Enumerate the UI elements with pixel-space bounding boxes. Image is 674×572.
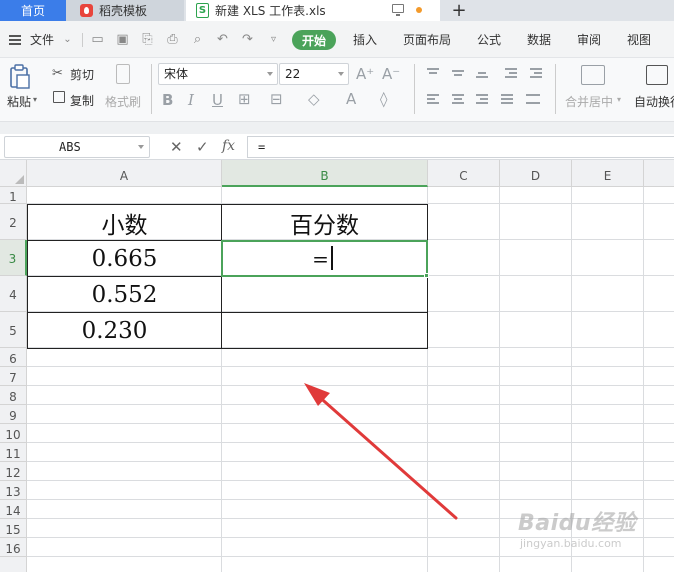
menu-tab-view[interactable]: 视图 xyxy=(627,31,651,48)
toolbar-gap xyxy=(0,122,674,134)
copy-icon[interactable] xyxy=(53,91,65,103)
tab-home-label: 首页 xyxy=(20,4,45,18)
plus-icon: + xyxy=(451,0,467,21)
merge-center-button[interactable]: 合并居中 xyxy=(565,93,613,110)
tab-current-workbook[interactable]: S 新建 XLS 工作表.xls xyxy=(186,0,440,21)
spreadsheet-file-icon: S xyxy=(196,3,209,18)
baidu-watermark: Baidu经验 jingyan.baidu.com xyxy=(518,505,636,550)
menu-tab-review[interactable]: 审阅 xyxy=(577,31,601,48)
print-icon[interactable]: ⎙ xyxy=(165,32,180,47)
copy-button[interactable]: 复制 xyxy=(70,92,94,109)
chevron-down-icon xyxy=(338,72,344,76)
menu-tab-page-layout[interactable]: 页面布局 xyxy=(403,31,451,48)
quick-access-dropdown-icon[interactable]: ▿ xyxy=(266,32,281,47)
font-size-value: 22 xyxy=(285,67,301,81)
fill-color-icon[interactable]: ◇ xyxy=(308,91,320,107)
watermark-sub: jingyan.baidu.com xyxy=(520,537,622,550)
export-icon[interactable]: ⎘ xyxy=(140,32,155,47)
paste-button[interactable] xyxy=(8,64,36,90)
font-size-select[interactable]: 22 xyxy=(279,63,349,85)
italic-icon[interactable]: I xyxy=(188,92,194,108)
menu-tab-insert[interactable]: 插入 xyxy=(353,31,377,48)
menu-tab-data[interactable]: 数据 xyxy=(527,31,551,48)
underline-icon[interactable]: U xyxy=(212,92,223,108)
menu-tab-start-label: 开始 xyxy=(301,33,326,48)
title-tab-bar: 首页 稻壳模板 S 新建 XLS 工作表.xls + xyxy=(0,0,674,21)
chevron-down-icon[interactable]: ⌄ xyxy=(60,32,75,47)
watermark-main: Baidu经验 xyxy=(518,511,637,536)
merge-center-dropdown-icon[interactable]: ▾ xyxy=(617,95,621,104)
unsaved-dot-icon xyxy=(416,7,422,13)
ribbon-separator xyxy=(555,64,556,114)
chevron-down-icon xyxy=(138,145,144,149)
cancel-x-icon[interactable]: ✕ xyxy=(170,138,183,156)
paste-label[interactable]: 粘贴 xyxy=(7,93,31,110)
tab-home[interactable]: 首页 xyxy=(0,0,66,21)
new-tab-button[interactable]: + xyxy=(444,0,474,21)
chevron-down-icon xyxy=(267,72,273,76)
menu-file[interactable]: 文件 xyxy=(30,31,54,48)
undo-icon[interactable]: ↶ xyxy=(215,32,230,47)
formula-bar: ABS ✕ ✓ fx = xyxy=(0,134,674,160)
confirm-check-icon[interactable]: ✓ xyxy=(196,138,209,156)
menu-bar: 文件 ⌄ ▭ ▣ ⎘ ⎙ ⌕ ↶ ↷ ▿ 开始 插入 页面布局 公式 数据 审阅… xyxy=(0,21,674,58)
redo-icon[interactable]: ↷ xyxy=(240,32,255,47)
name-box-value: ABS xyxy=(59,140,81,154)
cut-button[interactable]: 剪切 xyxy=(70,66,94,83)
menu-tab-formulas[interactable]: 公式 xyxy=(477,31,501,48)
format-painter-icon[interactable] xyxy=(116,64,130,84)
decrease-font-icon[interactable]: A⁻ xyxy=(382,66,400,82)
font-name-select[interactable]: 宋体 xyxy=(158,63,278,85)
menu-tab-start[interactable]: 开始 xyxy=(292,30,336,50)
tab-docer-templates[interactable]: 稻壳模板 xyxy=(66,0,184,21)
border-icon[interactable]: ⊞ xyxy=(238,91,251,107)
ribbon-separator xyxy=(151,64,152,114)
save-icon[interactable]: ▣ xyxy=(115,32,130,47)
auto-wrap-button[interactable]: 自动换行 xyxy=(634,93,674,110)
tab-file-label: 新建 XLS 工作表.xls xyxy=(215,4,326,18)
font-name-value: 宋体 xyxy=(164,67,189,81)
scissors-icon[interactable]: ✂ xyxy=(52,66,63,81)
screen-icon[interactable] xyxy=(392,4,404,16)
paste-dropdown-icon[interactable]: ▾ xyxy=(33,95,37,104)
clear-format-icon[interactable]: ◊ xyxy=(380,91,387,107)
hamburger-menu-icon[interactable] xyxy=(9,35,21,45)
docer-logo-icon xyxy=(80,4,93,17)
font-color-icon[interactable]: A xyxy=(346,91,356,107)
ribbon-separator xyxy=(414,64,415,114)
ribbon-toolbar: 粘贴 ▾ ✂ 剪切 复制 格式刷 宋体 22 A⁺ A⁻ B I U ⊞ ⊟ ◇… xyxy=(0,58,674,122)
bold-icon[interactable]: B xyxy=(162,92,173,108)
formula-input[interactable]: = xyxy=(247,136,674,158)
paste-icon xyxy=(10,64,30,89)
merge-center-icon[interactable] xyxy=(581,65,605,85)
insert-function-icon[interactable]: fx xyxy=(222,138,235,154)
tab-docer-label: 稻壳模板 xyxy=(99,4,148,18)
name-box[interactable]: ABS xyxy=(4,136,150,158)
increase-font-icon[interactable]: A⁺ xyxy=(356,66,374,82)
cell-style-icon[interactable]: ⊟ xyxy=(270,91,283,107)
open-folder-icon[interactable]: ▭ xyxy=(90,32,105,47)
print-preview-icon[interactable]: ⌕ xyxy=(190,32,205,47)
wrap-text-icon[interactable] xyxy=(646,65,668,85)
formula-text: = xyxy=(258,140,266,154)
format-painter-button[interactable]: 格式刷 xyxy=(105,93,141,110)
menu-separator xyxy=(82,33,83,47)
